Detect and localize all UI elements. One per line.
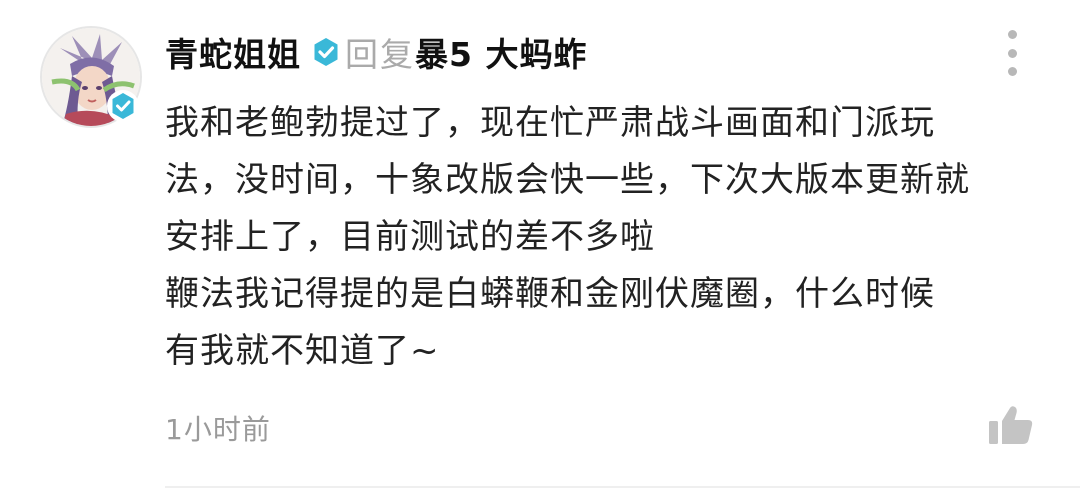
reply-target-username[interactable]: 暴5 大蚂蚱 [415, 28, 587, 76]
verified-badge-icon [112, 93, 134, 119]
comment-timestamp: 1小时前 [165, 413, 271, 446]
more-vertical-icon[interactable] [1000, 30, 1024, 76]
reply-label: 回复 [345, 35, 415, 74]
comment-text: 我和老鲍勃提过了，现在忙严肃战斗画面和门派玩 法，没时间，十象改版会快一些，下次… [165, 103, 970, 371]
verified-badge-icon [314, 38, 338, 66]
comment-header: 青蛇姐姐 回复 暴5 大蚂蚱 [165, 22, 587, 82]
username[interactable]: 青蛇姐姐 [165, 28, 301, 76]
thumbs-up-icon[interactable] [988, 404, 1034, 446]
avatar-verified-badge [107, 90, 139, 122]
divider [165, 486, 1080, 488]
